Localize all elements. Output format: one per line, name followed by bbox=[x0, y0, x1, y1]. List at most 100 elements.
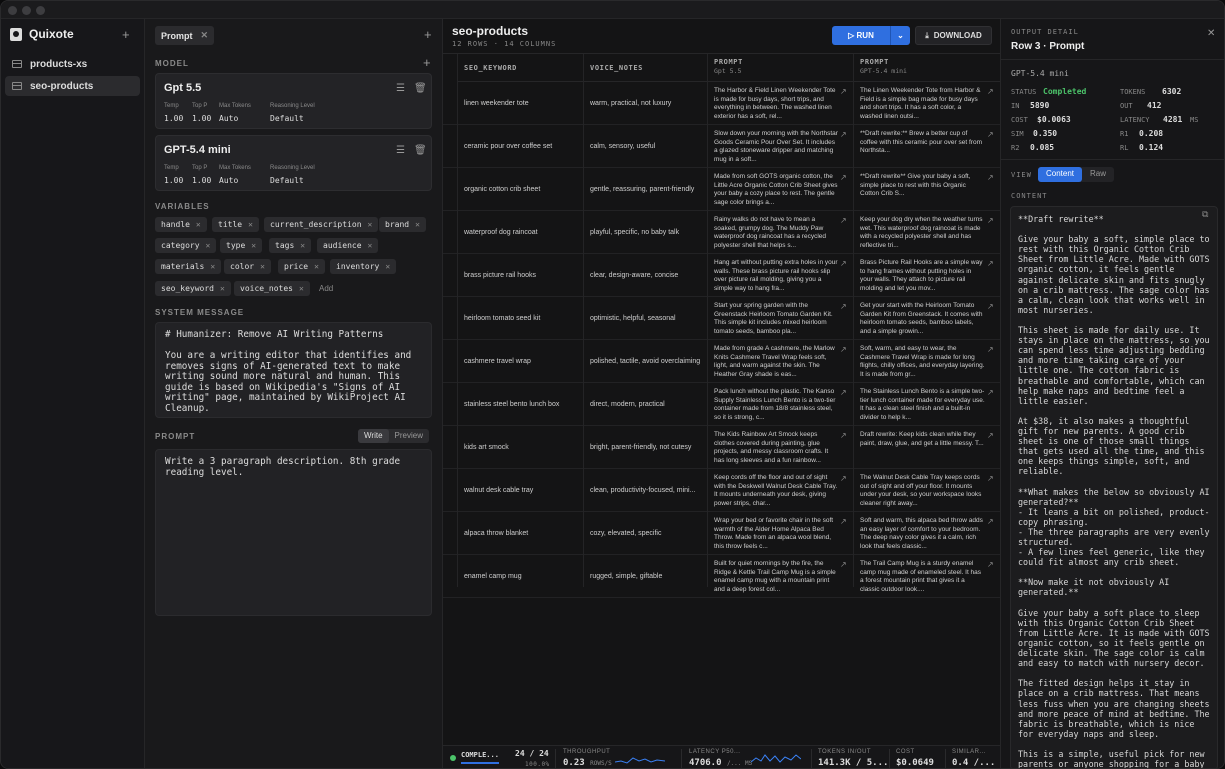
output-cell[interactable]: Keep cords off the floor and out of sigh… bbox=[714, 469, 838, 512]
view-raw-tab[interactable]: Raw bbox=[1082, 167, 1114, 182]
expand-icon[interactable]: ↗ bbox=[840, 302, 847, 311]
add-variable-button[interactable]: Add bbox=[319, 284, 333, 293]
output-cell[interactable]: The Stainless Lunch Bento is a simple tw… bbox=[860, 383, 985, 426]
close-icon[interactable]: ✕ bbox=[368, 220, 373, 229]
chevron-down-icon[interactable]: ⌄ bbox=[890, 26, 910, 45]
close-icon[interactable]: ✕ bbox=[220, 284, 225, 293]
expand-icon[interactable]: ↗ bbox=[840, 345, 847, 354]
output-cell[interactable]: Keep your dog dry when the weather turns… bbox=[860, 211, 985, 254]
output-cell[interactable]: The Walnut Desk Cable Tray keeps cords o… bbox=[860, 469, 985, 512]
expand-icon[interactable]: ↗ bbox=[987, 216, 994, 225]
expand-icon[interactable]: ↗ bbox=[987, 388, 994, 397]
keyword-cell[interactable]: stainless steel bento lunch box bbox=[464, 383, 578, 426]
output-cell[interactable]: Get your start with the Heirloom Tomato … bbox=[860, 297, 985, 340]
keyword-cell[interactable]: ceramic pour over coffee set bbox=[464, 125, 578, 168]
add-prompt-button[interactable]: + bbox=[424, 27, 432, 42]
variable-chip[interactable]: materials ✕ bbox=[155, 259, 222, 274]
column-header[interactable]: PROMPT GPT-5.4 mini bbox=[853, 54, 1000, 82]
variable-chip[interactable]: seo_keyword ✕ bbox=[155, 281, 231, 296]
add-table-button[interactable]: + bbox=[122, 27, 130, 42]
output-cell[interactable]: Start your spring garden with the Greens… bbox=[714, 297, 838, 340]
voice-notes-cell[interactable]: warm, practical, not luxury bbox=[590, 82, 702, 125]
output-cell[interactable]: Wrap your bed or favorite chair in the s… bbox=[714, 512, 838, 555]
system-message-editor[interactable]: # Humanizer: Remove AI Writing Patterns … bbox=[155, 322, 432, 418]
close-icon[interactable]: ✕ bbox=[206, 241, 211, 250]
table-row[interactable]: kids art smock bright, parent-friendly, n… bbox=[443, 426, 1000, 469]
voice-notes-cell[interactable]: clear, design-aware, concise bbox=[590, 254, 702, 297]
model-card[interactable]: Gpt 5.5 ☰ 🗑 Temp Top P Max Tokens Reason… bbox=[155, 73, 432, 129]
variable-chip[interactable]: title ✕ bbox=[212, 217, 259, 232]
output-content[interactable]: **Draft rewrite** Give your baby a soft,… bbox=[1010, 206, 1218, 768]
output-cell[interactable]: Soft, warm, and easy to wear, the Cashme… bbox=[860, 340, 985, 383]
expand-icon[interactable]: ↗ bbox=[840, 173, 847, 182]
expand-icon[interactable]: ↗ bbox=[987, 517, 994, 526]
variable-chip[interactable]: brand ✕ bbox=[379, 217, 426, 232]
close-icon[interactable]: ✕ bbox=[1207, 28, 1215, 39]
write-tab[interactable]: Write bbox=[358, 429, 389, 443]
output-cell[interactable]: The Kids Rainbow Art Smock keeps clothes… bbox=[714, 426, 838, 469]
output-cell[interactable]: The Harbor & Field Linen Weekender Tote … bbox=[714, 82, 838, 125]
output-cell[interactable]: Hang art without putting extra holes in … bbox=[714, 254, 838, 297]
expand-icon[interactable]: ↗ bbox=[987, 87, 994, 96]
expand-icon[interactable]: ↗ bbox=[840, 259, 847, 268]
voice-notes-cell[interactable]: polished, tactile, avoid overclaiming bbox=[590, 340, 702, 383]
close-icon[interactable]: ✕ bbox=[201, 30, 209, 41]
prompt-editor[interactable]: Write a 3 paragraph description. 8th gra… bbox=[155, 449, 432, 616]
expand-icon[interactable]: ↗ bbox=[987, 173, 994, 182]
close-icon[interactable]: ✕ bbox=[299, 284, 304, 293]
view-content-tab[interactable]: Content bbox=[1038, 167, 1083, 182]
variable-chip[interactable]: type ✕ bbox=[220, 238, 263, 253]
tab-prompt[interactable]: Prompt ✕ bbox=[155, 26, 215, 45]
variable-chip[interactable]: inventory ✕ bbox=[330, 259, 397, 274]
column-header[interactable]: SEO_KEYWORD bbox=[457, 54, 583, 82]
table-row[interactable]: cashmere travel wrap polished, tactile, a… bbox=[443, 340, 1000, 383]
variable-chip[interactable]: tags ✕ bbox=[269, 238, 312, 253]
table-row[interactable]: heirloom tomato seed kit optimistic, help… bbox=[443, 297, 1000, 340]
output-cell[interactable]: Soft and warm, this alpaca bed throw add… bbox=[860, 512, 985, 555]
variable-chip[interactable]: current_description ✕ bbox=[264, 217, 379, 232]
output-cell[interactable]: **Draft rewrite** Give your baby a soft,… bbox=[860, 168, 985, 211]
table-row[interactable]: ceramic pour over coffee set calm, sensor… bbox=[443, 125, 1000, 168]
close-icon[interactable]: ✕ bbox=[314, 262, 319, 271]
keyword-cell[interactable]: organic cotton crib sheet bbox=[464, 168, 578, 211]
expand-icon[interactable]: ↗ bbox=[840, 560, 847, 569]
expand-icon[interactable]: ↗ bbox=[840, 87, 847, 96]
variable-chip[interactable]: voice_notes ✕ bbox=[234, 281, 310, 296]
download-button[interactable]: ⤓ DOWNLOAD bbox=[915, 26, 992, 45]
voice-notes-cell[interactable]: rugged, simple, giftable bbox=[590, 555, 702, 598]
close-icon[interactable]: ✕ bbox=[368, 241, 373, 250]
run-button[interactable]: ▷ RUN ⌄ bbox=[832, 26, 910, 45]
close-icon[interactable]: ✕ bbox=[251, 241, 256, 250]
sidebar-item-seo-products[interactable]: seo-products bbox=[5, 76, 140, 96]
variable-chip[interactable]: color ✕ bbox=[224, 259, 271, 274]
output-cell[interactable]: Rainy walks do not have to mean a soaked… bbox=[714, 211, 838, 254]
sliders-icon[interactable]: ☰ bbox=[396, 145, 405, 156]
expand-icon[interactable]: ↗ bbox=[840, 474, 847, 483]
expand-icon[interactable]: ↗ bbox=[987, 345, 994, 354]
output-cell[interactable]: Draft rewrite: Keep kids clean while the… bbox=[860, 426, 985, 469]
column-header[interactable]: PROMPT Gpt 5.5 bbox=[707, 54, 853, 82]
voice-notes-cell[interactable]: direct, modern, practical bbox=[590, 383, 702, 426]
table-row[interactable]: stainless steel bento lunch box direct, m… bbox=[443, 383, 1000, 426]
variable-chip[interactable]: handle ✕ bbox=[155, 217, 207, 232]
voice-notes-cell[interactable]: clean, productivity-focused, mini... bbox=[590, 469, 702, 512]
minimize-window-dot[interactable] bbox=[22, 6, 31, 15]
voice-notes-cell[interactable]: gentle, reassuring, parent-friendly bbox=[590, 168, 702, 211]
keyword-cell[interactable]: enamel camp mug bbox=[464, 555, 578, 598]
model-card[interactable]: GPT-5.4 mini ☰ 🗑 Temp Top P Max Tokens R… bbox=[155, 135, 432, 191]
preview-tab[interactable]: Preview bbox=[389, 429, 429, 443]
keyword-cell[interactable]: waterproof dog raincoat bbox=[464, 211, 578, 254]
output-cell[interactable]: The Linen Weekender Tote from Harbor & F… bbox=[860, 82, 985, 125]
keyword-cell[interactable]: brass picture rail hooks bbox=[464, 254, 578, 297]
keyword-cell[interactable]: kids art smock bbox=[464, 426, 578, 469]
table-row[interactable]: brass picture rail hooks clear, design-aw… bbox=[443, 254, 1000, 297]
output-cell[interactable]: Pack lunch without the plastic. The Kans… bbox=[714, 383, 838, 426]
zoom-window-dot[interactable] bbox=[36, 6, 45, 15]
sidebar-item-products-xs[interactable]: products-xs bbox=[5, 54, 140, 74]
expand-icon[interactable]: ↗ bbox=[987, 431, 994, 440]
expand-icon[interactable]: ↗ bbox=[840, 388, 847, 397]
keyword-cell[interactable]: linen weekender tote bbox=[464, 82, 578, 125]
expand-icon[interactable]: ↗ bbox=[987, 560, 994, 569]
close-window-dot[interactable] bbox=[8, 6, 17, 15]
close-icon[interactable]: ✕ bbox=[196, 220, 201, 229]
